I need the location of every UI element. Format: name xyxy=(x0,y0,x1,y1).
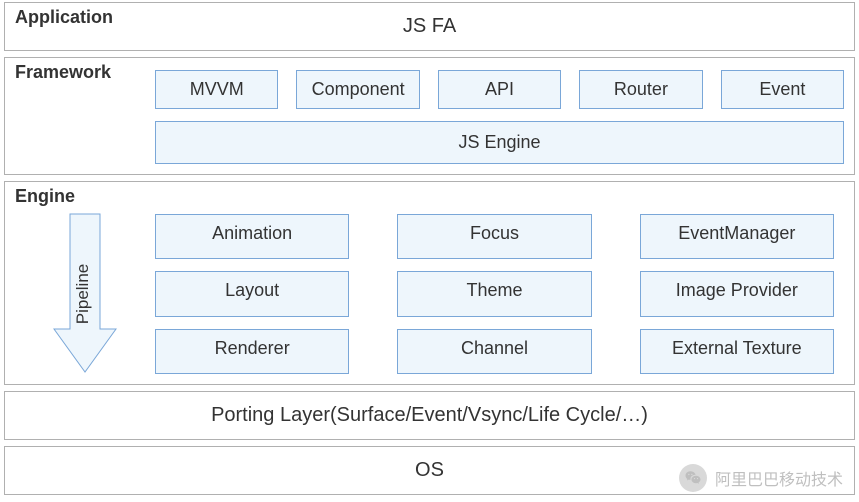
pipeline-label: Pipeline xyxy=(73,264,92,325)
engine-box-focus: Focus xyxy=(397,214,591,259)
engine-box-channel: Channel xyxy=(397,329,591,374)
engine-box-animation: Animation xyxy=(155,214,349,259)
layer-label-application: Application xyxy=(15,7,113,28)
pipeline-arrow: Pipeline xyxy=(15,214,155,374)
application-title: JS FA xyxy=(15,9,844,42)
layer-engine: Engine Pipeline Animation Focus EventMan… xyxy=(4,181,855,385)
layer-label-engine: Engine xyxy=(15,186,75,207)
framework-box-router: Router xyxy=(579,70,702,109)
framework-box-mvvm: MVVM xyxy=(155,70,278,109)
engine-box-theme: Theme xyxy=(397,271,591,316)
framework-row: MVVM Component API Router Event xyxy=(155,70,844,109)
engine-box-imageprovider: Image Provider xyxy=(640,271,834,316)
layer-framework: Framework MVVM Component API Router Even… xyxy=(4,57,855,175)
engine-box-externaltexture: External Texture xyxy=(640,329,834,374)
framework-js-engine: JS Engine xyxy=(155,121,844,164)
framework-box-component: Component xyxy=(296,70,419,109)
framework-box-event: Event xyxy=(721,70,844,109)
layer-porting: Porting Layer(Surface/Event/Vsync/Life C… xyxy=(4,391,855,440)
engine-box-layout: Layout xyxy=(155,271,349,316)
layer-label-framework: Framework xyxy=(15,62,111,83)
engine-box-eventmanager: EventManager xyxy=(640,214,834,259)
framework-box-api: API xyxy=(438,70,561,109)
layer-application: Application JS FA xyxy=(4,2,855,51)
engine-grid: Animation Focus EventManager Layout Them… xyxy=(155,214,844,374)
layer-os: OS xyxy=(4,446,855,495)
engine-box-renderer: Renderer xyxy=(155,329,349,374)
